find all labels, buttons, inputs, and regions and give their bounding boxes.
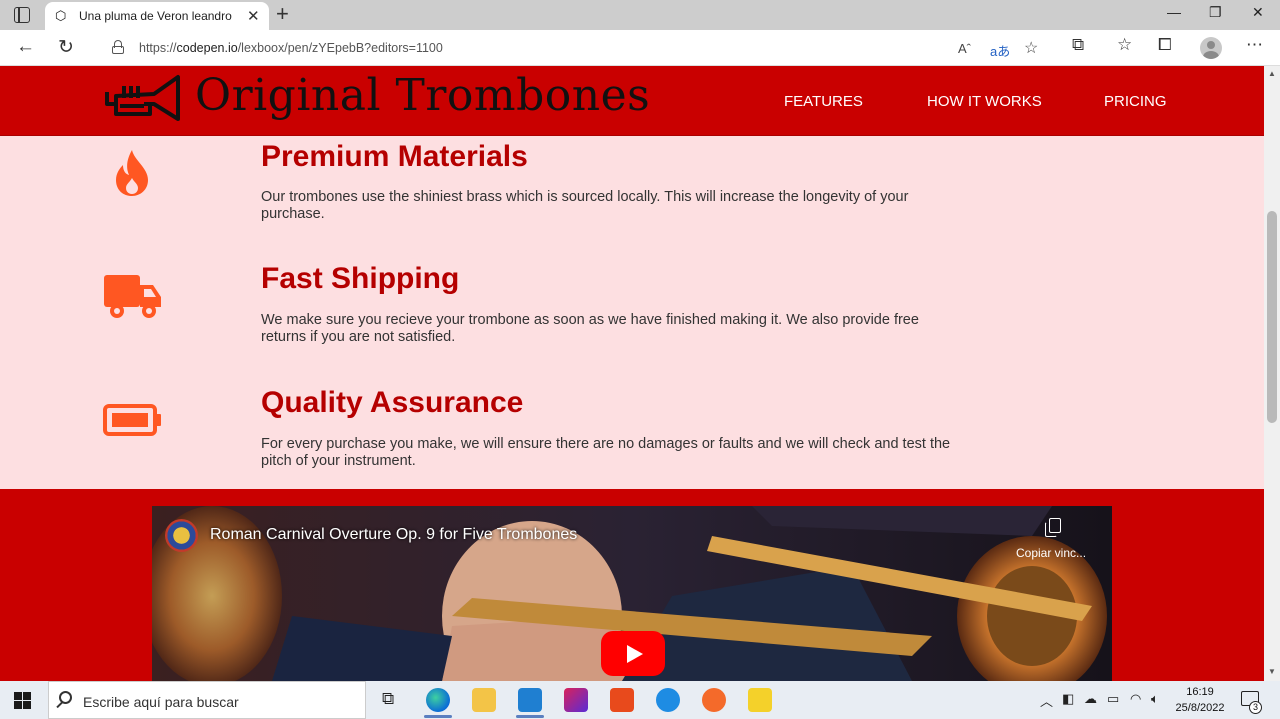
copy-link-icon[interactable] <box>1045 518 1061 538</box>
feature-description: We make sure you recieve your trombone a… <box>261 312 919 345</box>
read-aloud-icon[interactable]: Aˆ <box>958 41 971 56</box>
new-tab-icon[interactable]: + <box>276 2 289 26</box>
fire-icon <box>116 150 148 196</box>
window-close-icon[interactable]: ✕ <box>1252 4 1264 21</box>
restore-icon[interactable]: ❐ <box>1209 4 1222 21</box>
refresh-icon[interactable]: ↻ <box>58 36 74 59</box>
clock-time: 16:19 <box>1186 686 1214 698</box>
scroll-down-icon[interactable]: ▼ <box>1268 667 1276 676</box>
url-text[interactable]: https://codepen.io/lexboox/pen/zYEpebB?e… <box>139 41 443 55</box>
task-view-icon[interactable]: ⧉ <box>382 689 394 709</box>
scroll-thumb[interactable] <box>1267 211 1277 423</box>
clock-date: 25/8/2022 <box>1175 702 1225 714</box>
edge-app-icon[interactable] <box>426 688 450 712</box>
office-icon[interactable] <box>610 688 634 712</box>
volume-icon[interactable]: 🔈︎ <box>1151 691 1159 707</box>
taskbar-search[interactable]: Escribe aquí para buscar <box>48 681 366 719</box>
profile-avatar[interactable] <box>1200 37 1222 59</box>
meet-icon[interactable]: ◧ <box>1062 691 1074 707</box>
nav-link-features[interactable]: FEATURES <box>784 93 863 110</box>
url-field[interactable]: https://codepen.io/lexboox/pen/zYEpebB?e… <box>94 34 1054 62</box>
youtube-play-button[interactable] <box>601 631 665 676</box>
taskbar-clock[interactable]: 16:19 25/8/2022 <box>1172 684 1228 716</box>
feature-description: Our trombones use the shiniest brass whi… <box>261 189 909 222</box>
battery-tray-icon[interactable]: ▭ <box>1107 691 1119 707</box>
scroll-up-icon[interactable]: ▲ <box>1268 69 1276 78</box>
intellij-icon[interactable] <box>564 688 588 712</box>
windows-taskbar: Escribe aquí para buscar ⧉ ︿ ◧ ☁ ▭ ◠ 🔈︎ … <box>0 681 1280 719</box>
tray-chevron-icon[interactable]: ︿ <box>1040 691 1053 710</box>
copy-link-label[interactable]: Copiar vinc... <box>1016 546 1086 560</box>
notification-badge: 3 <box>1249 701 1262 714</box>
video-title[interactable]: Roman Carnival Overture Op. 9 for Five T… <box>210 526 577 544</box>
tab-close-icon[interactable]: ✕ <box>247 7 260 25</box>
translate-icon[interactable]: aあ <box>990 41 1010 60</box>
onedrive-icon[interactable]: ☁ <box>1084 691 1097 707</box>
nav-link-how-it-works[interactable]: HOW IT WORKS <box>927 93 1042 110</box>
codepen-favicon-icon: ⬡ <box>55 8 67 23</box>
feature-title: Premium Materials <box>261 140 528 173</box>
favorites-icon[interactable]: ☆ <box>1117 35 1132 55</box>
page-scrollbar[interactable]: ▲ ▼ <box>1264 66 1280 681</box>
feature-description: For every purchase you make, we will ens… <box>261 436 951 469</box>
trumpet-logo-icon[interactable] <box>104 74 182 122</box>
add-favorite-icon[interactable]: ☆ <box>1024 38 1038 58</box>
lock-icon[interactable] <box>112 40 124 54</box>
minimize-icon[interactable]: — <box>1167 4 1181 20</box>
vscode-icon[interactable] <box>518 688 542 712</box>
extensions-icon[interactable]: ⧉ <box>1072 35 1084 55</box>
postman-icon[interactable] <box>702 688 726 712</box>
channel-avatar[interactable] <box>165 519 198 552</box>
edge-active-indicator <box>424 715 452 718</box>
search-placeholder: Escribe aquí para buscar <box>83 694 239 710</box>
address-toolbar: ← ↻ https://codepen.io/lexboox/pen/zYEpe… <box>0 30 1280 66</box>
embedded-video-player[interactable]: Roman Carnival Overture Op. 9 for Five T… <box>152 506 1112 681</box>
chat-app-icon[interactable] <box>656 688 680 712</box>
tab-title: Una pluma de Veron leandro <box>79 9 232 23</box>
video-section: Roman Carnival Overture Op. 9 for Five T… <box>0 489 1264 681</box>
truck-icon <box>104 275 161 318</box>
wifi-icon[interactable]: ◠ <box>1130 691 1141 707</box>
feature-title: Quality Assurance <box>261 386 524 419</box>
search-icon <box>59 691 72 704</box>
feature-title: Fast Shipping <box>261 262 460 295</box>
back-icon[interactable]: ← <box>16 36 35 58</box>
tab-actions-icon[interactable] <box>14 7 30 23</box>
browser-titlebar: ⬡ Una pluma de Veron leandro ✕ + — ❐ ✕ <box>0 0 1280 30</box>
page-viewport: Original Trombones FEATURES HOW IT WORKS… <box>0 66 1264 681</box>
site-logo-text[interactable]: Original Trombones <box>195 70 650 121</box>
battery-icon <box>103 404 161 436</box>
nav-link-pricing[interactable]: PRICING <box>1104 93 1167 110</box>
collections-icon[interactable]: ⧠ <box>1158 35 1172 55</box>
sticky-notes-icon[interactable] <box>748 688 772 712</box>
windows-start-icon[interactable] <box>14 692 31 709</box>
browser-tab[interactable]: ⬡ Una pluma de Veron leandro ✕ <box>45 2 269 30</box>
site-header: Original Trombones FEATURES HOW IT WORKS… <box>0 66 1264 136</box>
more-menu-icon[interactable]: ⋯ <box>1246 35 1263 55</box>
vscode-active-indicator <box>516 715 544 718</box>
file-explorer-icon[interactable] <box>472 688 496 712</box>
